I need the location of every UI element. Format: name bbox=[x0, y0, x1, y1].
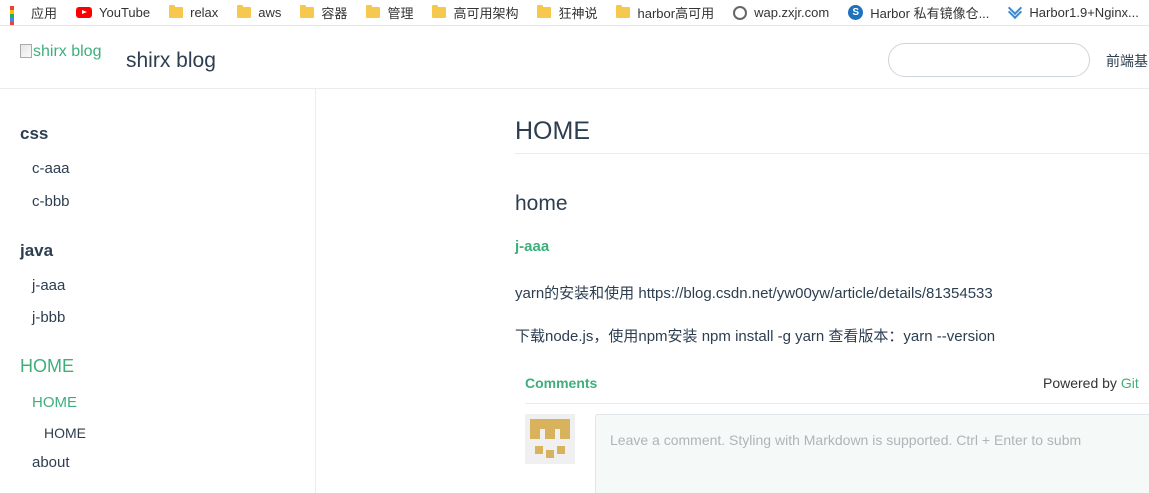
bookmark-apps[interactable]: 应用 bbox=[0, 0, 66, 25]
folder-icon bbox=[537, 5, 552, 18]
site-name[interactable]: shirx blog bbox=[126, 49, 216, 73]
globe-icon bbox=[733, 5, 748, 20]
search-input[interactable] bbox=[888, 43, 1090, 77]
bookmark-manage[interactable]: 管理 bbox=[356, 0, 422, 25]
bookmark-label: 应用 bbox=[31, 6, 58, 21]
page-title: HOME bbox=[515, 117, 1149, 154]
bookmark-ha-arch[interactable]: 高可用架构 bbox=[422, 0, 527, 25]
bookmark-zxjr[interactable]: wap.zxjr.com bbox=[723, 0, 838, 25]
sidebar-group-java[interactable]: java bbox=[20, 241, 53, 261]
powered-by: Powered by Git bbox=[1043, 375, 1139, 391]
bookmark-label: Harbor 私有镜像仓... bbox=[870, 6, 990, 21]
bookmark-relax[interactable]: relax bbox=[159, 0, 227, 25]
bookmark-label: Harbor1.9+Nginx... bbox=[1029, 5, 1139, 20]
sidebar-item-j-bbb[interactable]: j-bbb bbox=[32, 309, 65, 326]
bookmark-harbor-nginx[interactable]: Harbor1.9+Nginx... bbox=[998, 0, 1147, 25]
bookmark-containers[interactable]: 容器 bbox=[290, 0, 356, 25]
folder-icon bbox=[237, 5, 252, 18]
bookmark-label: harbor高可用 bbox=[637, 6, 715, 21]
identicon-icon bbox=[525, 414, 575, 464]
folder-icon bbox=[432, 5, 447, 18]
folder-icon bbox=[616, 5, 631, 18]
bookmark-harbor-ha[interactable]: harbor高可用 bbox=[606, 0, 723, 25]
bookmark-youtube[interactable]: YouTube bbox=[66, 0, 159, 25]
nav-link-frontend[interactable]: 前端基 bbox=[1106, 51, 1148, 71]
bookmark-label: 高可用架构 bbox=[453, 6, 519, 21]
subsection-heading[interactable]: j-aaa bbox=[515, 238, 549, 255]
bookmark-harbor-registry[interactable]: S Harbor 私有镜像仓... bbox=[838, 0, 998, 25]
sidebar: css c-aaa c-bbb java j-aaa j-bbb HOME HO… bbox=[0, 89, 316, 493]
folder-icon bbox=[300, 5, 315, 18]
comments-title: Comments bbox=[525, 375, 598, 391]
bookmark-aws[interactable]: aws bbox=[227, 0, 290, 25]
bookmark-label: aws bbox=[258, 5, 282, 20]
section-heading: home bbox=[515, 192, 568, 215]
youtube-icon bbox=[76, 7, 93, 18]
bookmark-kuangshen[interactable]: 狂神说 bbox=[527, 0, 606, 25]
avatar[interactable] bbox=[525, 414, 575, 464]
sidebar-subitem-home[interactable]: HOME bbox=[44, 425, 86, 441]
sidebar-item-home[interactable]: HOME bbox=[32, 394, 77, 411]
bookmark-label: 狂神说 bbox=[558, 6, 598, 21]
powered-by-link[interactable]: Git bbox=[1121, 375, 1139, 391]
harbor-site-icon: S bbox=[848, 5, 864, 20]
bookmark-label: 管理 bbox=[387, 6, 414, 21]
sidebar-item-c-aaa[interactable]: c-aaa bbox=[32, 160, 70, 177]
sidebar-group-home[interactable]: HOME bbox=[20, 356, 74, 377]
bookmark-label: wap.zxjr.com bbox=[754, 5, 830, 20]
sidebar-item-c-bbb[interactable]: c-bbb bbox=[32, 193, 70, 210]
sidebar-item-j-aaa[interactable]: j-aaa bbox=[32, 277, 65, 294]
sidebar-group-css[interactable]: css bbox=[20, 124, 48, 144]
paragraph-yarn-version: 下载node.js，使用npm安装 npm install -g yarn 查看… bbox=[515, 328, 996, 345]
logo-alt-text: shirx blog bbox=[33, 43, 102, 60]
powered-by-prefix: Powered by bbox=[1043, 375, 1121, 391]
comment-input[interactable] bbox=[596, 415, 1149, 493]
comment-box bbox=[595, 414, 1149, 493]
logo-image[interactable]: shirx blog bbox=[20, 43, 101, 61]
chevron-site-icon bbox=[1008, 7, 1022, 19]
paragraph-yarn-install: yarn的安装和使用 https://blog.csdn.net/yw00yw/… bbox=[515, 285, 993, 302]
apps-icon bbox=[10, 5, 24, 25]
bookmark-label: 容器 bbox=[321, 6, 348, 21]
folder-icon bbox=[366, 5, 381, 18]
folder-icon bbox=[169, 5, 184, 18]
broken-image-icon bbox=[20, 44, 32, 58]
comments-header: Comments Powered by Git bbox=[525, 365, 1149, 404]
bookmark-label: relax bbox=[190, 5, 219, 20]
sidebar-item-about[interactable]: about bbox=[32, 454, 70, 471]
bookmark-label: YouTube bbox=[99, 5, 151, 20]
main-content: HOME home j-aaa yarn的安装和使用 https://blog.… bbox=[515, 89, 1149, 493]
bookmarks-bar: 应用 YouTube relax aws 容器 管理 高可用架构 狂神说 har… bbox=[0, 0, 1149, 26]
navbar: shirx blog shirx blog 前端基 bbox=[0, 31, 1149, 89]
